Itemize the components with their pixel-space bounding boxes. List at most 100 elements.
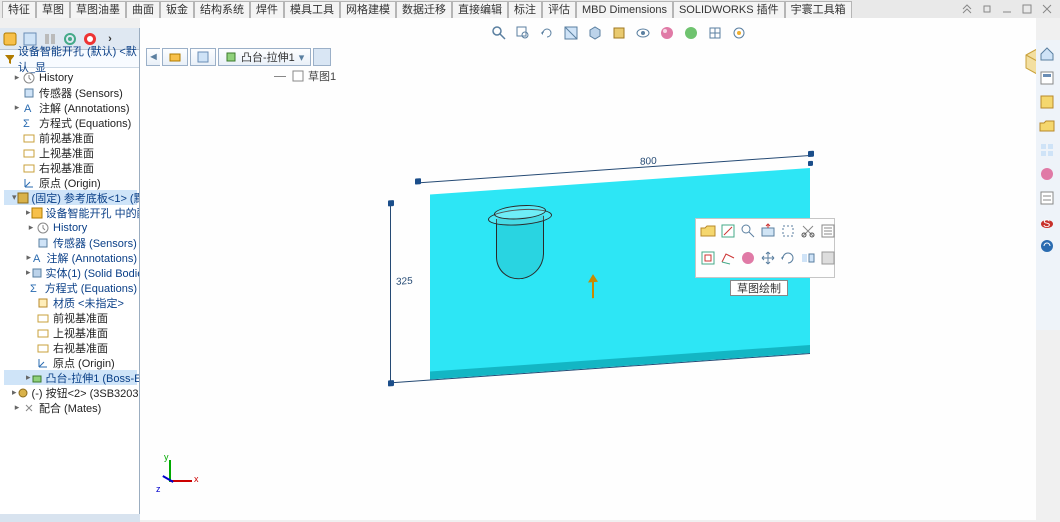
tree-item[interactable]: ▾(固定) 参考底板<1> (默认 <box>4 190 137 205</box>
restore-icon[interactable] <box>980 3 994 15</box>
sketch-icon[interactable] <box>700 250 716 266</box>
render-icon[interactable] <box>730 24 748 42</box>
tree-filter-bar[interactable]: 设备智能开孔 (默认) <默认_显 <box>0 50 139 68</box>
sketch-point[interactable] <box>808 151 814 157</box>
tree-item[interactable]: 材质 <未指定> <box>4 295 137 310</box>
isolate-icon[interactable] <box>780 223 796 239</box>
cm-tab-sketchink[interactable]: 草图油墨 <box>70 1 126 18</box>
orientation-triad[interactable]: y x z <box>156 456 196 496</box>
custom-props-icon[interactable] <box>1039 190 1057 208</box>
feature-tree[interactable]: ▸History传感器 (Sensors)▸A注解 (Annotations)Σ… <box>0 68 139 522</box>
extrude-direction-arrow[interactable] <box>588 274 598 299</box>
resources-icon[interactable] <box>1039 70 1057 88</box>
prev-view-icon[interactable] <box>538 24 556 42</box>
cloud-icon[interactable]: S <box>1039 214 1057 232</box>
tree-item[interactable]: ▸(-) 按钮<2> (3SB3203-1H <box>4 385 137 400</box>
properties-icon[interactable] <box>820 223 836 239</box>
tree-item[interactable]: ▸A注解 (Annotations) <box>4 100 137 115</box>
cm-tab-evaluate[interactable]: 评估 <box>542 1 576 18</box>
dimension-height[interactable]: 325 <box>396 276 413 288</box>
scene-icon[interactable] <box>682 24 700 42</box>
tree-item[interactable]: ▸History <box>4 220 137 235</box>
forum-icon[interactable] <box>1039 238 1057 256</box>
zoom-to-icon[interactable] <box>740 223 756 239</box>
tree-item[interactable]: 前视基准面 <box>4 130 137 145</box>
appearances-icon[interactable] <box>1039 166 1057 184</box>
edit-sketch-icon[interactable] <box>720 223 736 239</box>
tree-item[interactable]: ▸实体(1) (Solid Bodies) <box>4 265 137 280</box>
tree-item[interactable]: 右视基准面 <box>4 340 137 355</box>
breadcrumb-part[interactable] <box>190 48 216 66</box>
zoom-fit-icon[interactable] <box>490 24 508 42</box>
sketch-point[interactable] <box>388 380 394 386</box>
expand-icon[interactable] <box>960 3 974 15</box>
cm-tab-migrate[interactable]: 数据迁移 <box>396 1 452 18</box>
cm-tab-mesh[interactable]: 网格建模 <box>340 1 396 18</box>
cm-tab-yuhuan[interactable]: 宇寰工具箱 <box>785 1 852 18</box>
cm-tab-sketch[interactable]: 草图 <box>36 1 70 18</box>
design-library-icon[interactable] <box>1039 94 1057 112</box>
tree-item[interactable]: ▸A注解 (Annotations) <box>4 250 137 265</box>
section-view-icon[interactable] <box>562 24 580 42</box>
display-style-icon[interactable] <box>610 24 628 42</box>
maximize-icon[interactable] <box>1020 3 1034 15</box>
breadcrumb-back[interactable]: ◄ <box>146 48 160 66</box>
cm-tab-struct[interactable]: 结构系统 <box>194 1 250 18</box>
tree-item[interactable]: 原点 (Origin) <box>4 355 137 370</box>
tree-item[interactable]: ▸凸台-拉伸1 (Boss-Extr <box>4 370 137 385</box>
mate-icon[interactable] <box>800 250 816 266</box>
tree-item[interactable]: 传感器 (Sensors) <box>4 85 137 100</box>
tree-item[interactable]: 原点 (Origin) <box>4 175 137 190</box>
sub-breadcrumb[interactable]: 草图1 <box>274 68 336 84</box>
svg-text:S: S <box>1043 218 1050 230</box>
sketch-point[interactable] <box>388 200 394 206</box>
sketch-point[interactable] <box>415 178 421 184</box>
cm-tab-addins[interactable]: SOLIDWORKS 插件 <box>673 1 785 18</box>
home-icon[interactable] <box>1039 46 1057 64</box>
hide-show-icon[interactable] <box>634 24 652 42</box>
zoom-area-icon[interactable] <box>514 24 532 42</box>
cm-tab-feature[interactable]: 特征 <box>2 1 36 18</box>
cm-tab-markup[interactable]: 标注 <box>508 1 542 18</box>
tree-item[interactable]: 上视基准面 <box>4 145 137 160</box>
clip-icon[interactable] <box>800 223 816 239</box>
model-view[interactable]: 325 800 <box>380 153 810 403</box>
rotate-component-icon[interactable] <box>780 250 796 266</box>
view-settings-icon[interactable] <box>706 24 724 42</box>
open-part-icon[interactable] <box>700 223 716 239</box>
file-explorer-icon[interactable] <box>1039 118 1057 136</box>
graphics-area[interactable]: ◄ 凸台-拉伸1 ▾ 草图1 <box>140 18 1036 520</box>
breadcrumb-feature[interactable]: 凸台-拉伸1 ▾ <box>218 48 311 66</box>
normal-to-icon[interactable] <box>760 223 776 239</box>
hole-feature[interactable] <box>488 201 552 283</box>
cm-tab-direct[interactable]: 直接编辑 <box>452 1 508 18</box>
cm-tab-weld[interactable]: 焊件 <box>250 1 284 18</box>
tree-item[interactable]: 传感器 (Sensors) <box>4 235 137 250</box>
tree-item[interactable]: 右视基准面 <box>4 160 137 175</box>
cm-tab-sheetmetal[interactable]: 钣金 <box>160 1 194 18</box>
dimension-width[interactable]: 800 <box>640 156 657 168</box>
appearance2-icon[interactable] <box>740 250 756 266</box>
breadcrumb-plane-icon[interactable] <box>313 48 331 66</box>
sketch-point[interactable] <box>808 161 813 166</box>
tree-item[interactable]: 前视基准面 <box>4 310 137 325</box>
cm-tab-mold[interactable]: 模具工具 <box>284 1 340 18</box>
view-palette-icon[interactable] <box>1039 142 1057 160</box>
cm-tab-mbd[interactable]: MBD Dimensions <box>576 1 673 18</box>
tree-item[interactable]: ▸配合 (Mates) <box>4 400 137 415</box>
move-component-icon[interactable] <box>760 250 776 266</box>
breadcrumb-assembly[interactable] <box>162 48 188 66</box>
minimize-icon[interactable] <box>1000 3 1014 15</box>
tree-item[interactable]: Σ方程式 (Equations) <box>4 115 137 130</box>
dimension-line-left <box>390 202 391 382</box>
appearance-icon[interactable] <box>658 24 676 42</box>
axis-x-label: x <box>194 474 199 484</box>
view-orient-icon[interactable] <box>586 24 604 42</box>
tree-item[interactable]: Σ方程式 (Equations) <box>4 280 137 295</box>
3dsketch-icon[interactable] <box>720 250 736 266</box>
cm-tab-surface[interactable]: 曲面 <box>126 1 160 18</box>
tree-item[interactable]: ▸设备智能开孔 中的配 <box>4 205 137 220</box>
tree-item[interactable]: 上视基准面 <box>4 325 137 340</box>
close-icon[interactable] <box>1040 3 1054 15</box>
suppress-icon[interactable] <box>820 250 836 266</box>
